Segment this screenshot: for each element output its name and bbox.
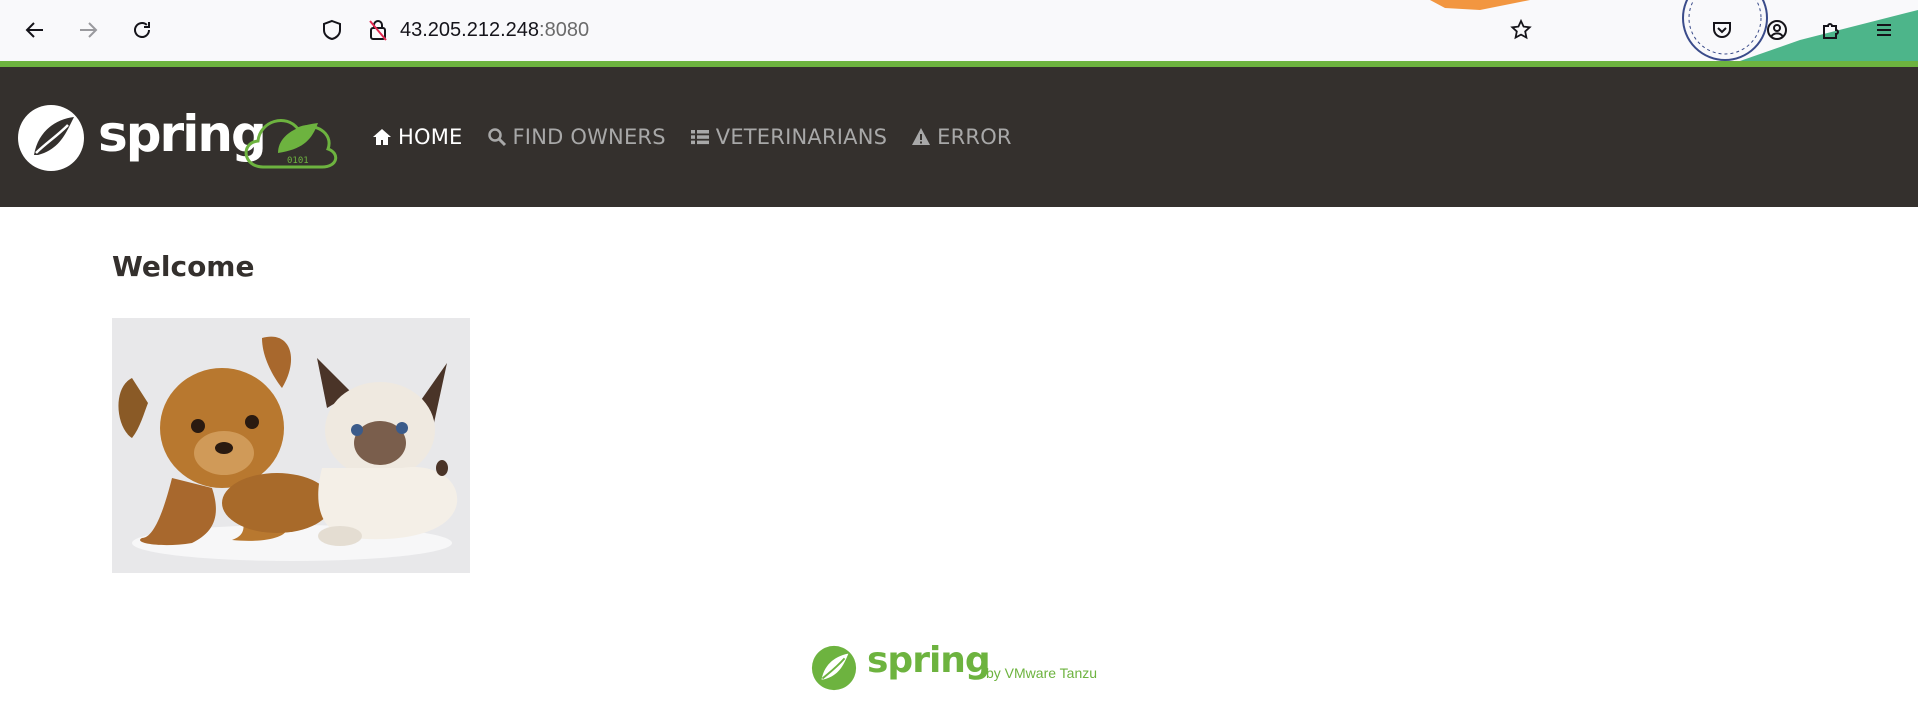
spring-petclinic-logo[interactable]: spring 0101 (16, 103, 361, 173)
nav-error[interactable]: ERROR (911, 125, 1012, 149)
warning-icon (912, 128, 931, 145)
footer-brand: spring (867, 640, 991, 681)
account-icon (1767, 20, 1787, 40)
nav-veterinarians-label: VETERINARIANS (715, 125, 888, 149)
reload-icon (134, 22, 150, 38)
nav-veterinarians[interactable]: VETERINARIANS (690, 125, 887, 149)
nav-menu: HOME FIND OWNERS VETERINARIANS ERROR (372, 67, 1036, 207)
nav-home[interactable]: HOME (372, 125, 463, 149)
bookmark-button[interactable] (1501, 12, 1541, 48)
home-icon (373, 129, 391, 145)
hamburger-menu-icon (1877, 24, 1891, 36)
browser-toolbar: 43.205.212.248:8080 (0, 0, 1918, 61)
navbar: spring 0101 HOME FIND OWNERS VETERINARIA… (0, 67, 1918, 207)
extensions-button[interactable] (1811, 12, 1851, 48)
reload-button[interactable] (122, 12, 162, 48)
tracking-protection-shield-icon[interactable] (320, 18, 344, 42)
insecure-lock-icon[interactable] (366, 18, 390, 42)
pocket-button[interactable] (1702, 12, 1742, 48)
nav-error-label: ERROR (937, 125, 1012, 149)
browser-theme-art (1430, 0, 1918, 61)
list-icon (690, 130, 709, 145)
pocket-icon (1713, 22, 1731, 38)
account-button[interactable] (1757, 12, 1797, 48)
pets-image (112, 318, 470, 573)
puzzle-icon (1823, 23, 1839, 39)
back-button[interactable] (15, 12, 55, 48)
main-content: Welcome (112, 250, 254, 283)
star-icon (1510, 18, 1532, 40)
page-title: Welcome (112, 250, 255, 283)
nav-find-owners-label: FIND OWNERS (512, 125, 666, 149)
url-text[interactable]: 43.205.212.248:8080 (400, 19, 589, 42)
search-icon (487, 128, 506, 147)
nav-find-owners[interactable]: FIND OWNERS (487, 125, 666, 149)
footer-by-vmware: by VMware Tanzu (986, 665, 1098, 681)
svg-text:0101: 0101 (287, 156, 309, 166)
url-bar[interactable]: 43.205.212.248:8080 (320, 12, 589, 48)
footer: spring by VMware Tanzu (810, 640, 1110, 695)
spring-leaf-logo-icon (811, 645, 857, 691)
forward-arrow-icon (80, 22, 98, 38)
back-arrow-icon (25, 22, 43, 38)
forward-button[interactable] (68, 12, 108, 48)
url-host: 43.205.212.248 (400, 18, 540, 41)
url-port: :8080 (539, 18, 590, 41)
svg-text:spring: spring (98, 105, 265, 163)
app-menu-button[interactable] (1864, 12, 1904, 48)
nav-home-label: HOME (398, 125, 463, 149)
